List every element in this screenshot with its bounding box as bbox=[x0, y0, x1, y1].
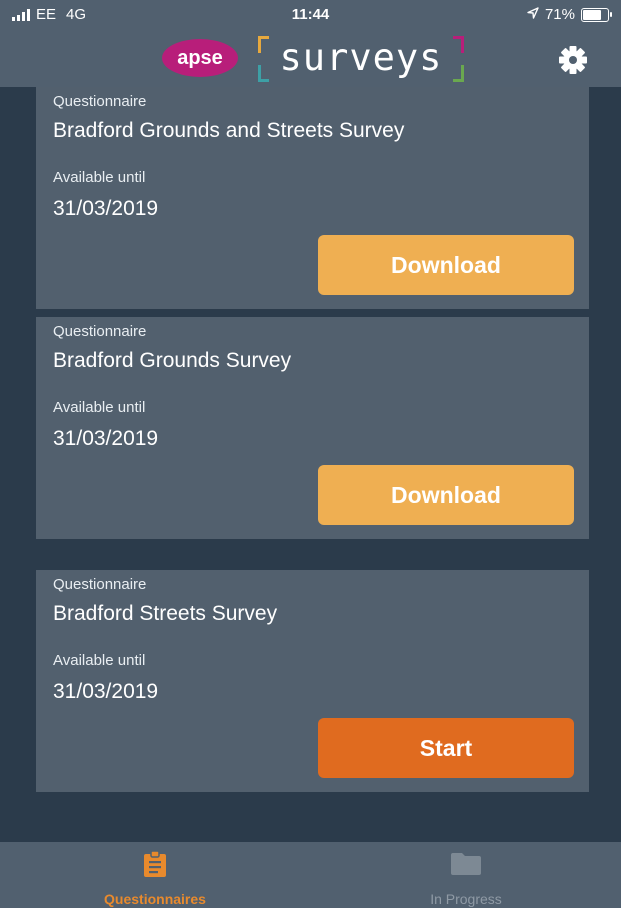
card-available-label: Available until bbox=[53, 399, 146, 416]
logo-row: apse surveys bbox=[0, 30, 621, 87]
tab-questionnaires-label: Questionnaires bbox=[104, 891, 206, 907]
surveys-logo-text: surveys bbox=[279, 36, 443, 79]
card-type-label: Questionnaire bbox=[53, 323, 147, 340]
status-bar: EE 4G 11:44 71% bbox=[0, 0, 621, 30]
questionnaire-list[interactable]: Questionnaire Bradford Grounds and Stree… bbox=[0, 87, 621, 842]
card-available-date: 31/03/2019 bbox=[53, 197, 159, 220]
location-arrow-icon bbox=[527, 6, 539, 23]
questionnaire-card: Questionnaire Bradford Streets Survey Av… bbox=[36, 570, 589, 792]
surveys-logo: surveys bbox=[258, 34, 464, 84]
app-header: EE 4G 11:44 71% apse surveys bbox=[0, 0, 621, 87]
card-type-label: Questionnaire bbox=[53, 576, 147, 593]
card-survey-name: Bradford Streets Survey bbox=[53, 602, 278, 625]
apse-logo-text: apse bbox=[177, 46, 223, 69]
card-available-date: 31/03/2019 bbox=[53, 680, 159, 703]
tab-in-progress-label: In Progress bbox=[430, 891, 502, 907]
card-available-label: Available until bbox=[53, 169, 146, 186]
questionnaire-card: Questionnaire Bradford Grounds and Stree… bbox=[36, 87, 589, 309]
questionnaire-card: Questionnaire Bradford Grounds Survey Av… bbox=[36, 317, 589, 539]
status-right: 71% bbox=[527, 6, 612, 23]
apse-logo: apse bbox=[162, 39, 238, 77]
battery-percent: 71% bbox=[544, 6, 575, 23]
download-button[interactable]: Download bbox=[318, 235, 574, 295]
card-survey-name: Bradford Grounds and Streets Survey bbox=[53, 119, 405, 142]
gear-icon bbox=[559, 46, 587, 74]
settings-button[interactable] bbox=[556, 43, 590, 77]
tab-bar: Questionnaires In Progress bbox=[0, 842, 621, 908]
download-button[interactable]: Download bbox=[318, 465, 574, 525]
card-available-date: 31/03/2019 bbox=[53, 427, 159, 450]
card-available-label: Available until bbox=[53, 652, 146, 669]
card-type-label: Questionnaire bbox=[53, 93, 147, 110]
tab-questionnaires[interactable]: Questionnaires bbox=[0, 842, 310, 908]
battery-icon bbox=[581, 7, 612, 22]
clipboard-icon bbox=[144, 850, 166, 877]
tab-in-progress[interactable]: In Progress bbox=[311, 842, 621, 908]
start-button[interactable]: Start bbox=[318, 718, 574, 778]
folder-icon bbox=[451, 853, 481, 875]
card-survey-name: Bradford Grounds Survey bbox=[53, 349, 292, 372]
